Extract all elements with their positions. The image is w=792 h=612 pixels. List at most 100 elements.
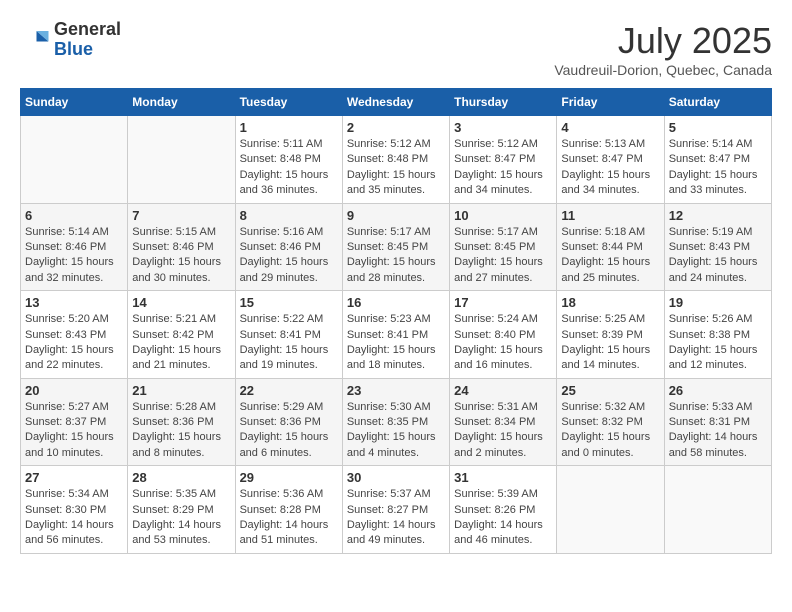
day-number: 17: [454, 295, 552, 310]
day-info: Sunrise: 5:17 AM Sunset: 8:45 PM Dayligh…: [454, 225, 552, 287]
day-info: Sunrise: 5:25 AM Sunset: 8:39 PM Dayligh…: [561, 312, 659, 374]
day-number: 23: [347, 383, 445, 398]
calendar-cell: 26 Sunrise: 5:33 AM Sunset: 8:31 PM Dayli…: [664, 378, 771, 466]
day-number: 28: [132, 470, 230, 485]
day-info: Sunrise: 5:17 AM Sunset: 8:45 PM Dayligh…: [347, 225, 445, 287]
week-row: 20 Sunrise: 5:27 AM Sunset: 8:37 PM Dayli…: [21, 378, 772, 466]
day-info: Sunrise: 5:29 AM Sunset: 8:36 PM Dayligh…: [240, 400, 338, 462]
calendar-cell: [557, 466, 664, 554]
day-info: Sunrise: 5:14 AM Sunset: 8:46 PM Dayligh…: [25, 225, 123, 287]
calendar-cell: 12 Sunrise: 5:19 AM Sunset: 8:43 PM Dayli…: [664, 203, 771, 291]
calendar-cell: 4Sunrise: 5:13 AM Sunset: 8:47 PM Daylig…: [557, 116, 664, 204]
day-number: 19: [669, 295, 767, 310]
day-number: 22: [240, 383, 338, 398]
calendar-cell: 7Sunrise: 5:15 AM Sunset: 8:46 PM Daylig…: [128, 203, 235, 291]
calendar-cell: 29 Sunrise: 5:36 AM Sunset: 8:28 PM Dayli…: [235, 466, 342, 554]
week-row: 13 Sunrise: 5:20 AM Sunset: 8:43 PM Dayli…: [21, 291, 772, 379]
day-number: 26: [669, 383, 767, 398]
calendar-cell: 17Sunrise: 5:24 AM Sunset: 8:40 PM Dayli…: [450, 291, 557, 379]
month-title: July 2025: [554, 20, 772, 62]
day-number: 21: [132, 383, 230, 398]
day-number: 31: [454, 470, 552, 485]
day-header-tuesday: Tuesday: [235, 89, 342, 116]
calendar-cell: 13 Sunrise: 5:20 AM Sunset: 8:43 PM Dayli…: [21, 291, 128, 379]
week-row: 1 Sunrise: 5:11 AM Sunset: 8:48 PM Daylig…: [21, 116, 772, 204]
calendar-cell: 24Sunrise: 5:31 AM Sunset: 8:34 PM Dayli…: [450, 378, 557, 466]
calendar-cell: 18 Sunrise: 5:25 AM Sunset: 8:39 PM Dayli…: [557, 291, 664, 379]
day-info: Sunrise: 5:37 AM Sunset: 8:27 PM Dayligh…: [347, 487, 445, 549]
day-number: 3: [454, 120, 552, 135]
day-number: 9: [347, 208, 445, 223]
day-info: Sunrise: 5:35 AM Sunset: 8:29 PM Dayligh…: [132, 487, 230, 549]
day-info: Sunrise: 5:28 AM Sunset: 8:36 PM Dayligh…: [132, 400, 230, 462]
day-number: 12: [669, 208, 767, 223]
logo-icon: [20, 25, 50, 55]
day-info: Sunrise: 5:13 AM Sunset: 8:47 PM Dayligh…: [561, 137, 659, 199]
day-number: 8: [240, 208, 338, 223]
day-header-wednesday: Wednesday: [342, 89, 449, 116]
day-info: Sunrise: 5:30 AM Sunset: 8:35 PM Dayligh…: [347, 400, 445, 462]
day-number: 20: [25, 383, 123, 398]
day-header-thursday: Thursday: [450, 89, 557, 116]
day-number: 5: [669, 120, 767, 135]
week-row: 6Sunrise: 5:14 AM Sunset: 8:46 PM Daylig…: [21, 203, 772, 291]
day-info: Sunrise: 5:11 AM Sunset: 8:48 PM Dayligh…: [240, 137, 338, 199]
logo: General Blue: [20, 20, 121, 60]
day-info: Sunrise: 5:21 AM Sunset: 8:42 PM Dayligh…: [132, 312, 230, 374]
day-info: Sunrise: 5:12 AM Sunset: 8:48 PM Dayligh…: [347, 137, 445, 199]
day-number: 7: [132, 208, 230, 223]
day-number: 30: [347, 470, 445, 485]
day-info: Sunrise: 5:20 AM Sunset: 8:43 PM Dayligh…: [25, 312, 123, 374]
day-header-sunday: Sunday: [21, 89, 128, 116]
day-info: Sunrise: 5:34 AM Sunset: 8:30 PM Dayligh…: [25, 487, 123, 549]
day-info: Sunrise: 5:22 AM Sunset: 8:41 PM Dayligh…: [240, 312, 338, 374]
calendar-cell: 22 Sunrise: 5:29 AM Sunset: 8:36 PM Dayli…: [235, 378, 342, 466]
day-info: Sunrise: 5:33 AM Sunset: 8:31 PM Dayligh…: [669, 400, 767, 462]
calendar-cell: 19Sunrise: 5:26 AM Sunset: 8:38 PM Dayli…: [664, 291, 771, 379]
day-header-friday: Friday: [557, 89, 664, 116]
day-number: 15: [240, 295, 338, 310]
calendar-cell: 15 Sunrise: 5:22 AM Sunset: 8:41 PM Dayli…: [235, 291, 342, 379]
day-info: Sunrise: 5:12 AM Sunset: 8:47 PM Dayligh…: [454, 137, 552, 199]
calendar-cell: 1 Sunrise: 5:11 AM Sunset: 8:48 PM Daylig…: [235, 116, 342, 204]
day-info: Sunrise: 5:39 AM Sunset: 8:26 PM Dayligh…: [454, 487, 552, 549]
calendar-cell: 14 Sunrise: 5:21 AM Sunset: 8:42 PM Dayli…: [128, 291, 235, 379]
day-info: Sunrise: 5:32 AM Sunset: 8:32 PM Dayligh…: [561, 400, 659, 462]
day-number: 14: [132, 295, 230, 310]
calendar-cell: [21, 116, 128, 204]
day-number: 27: [25, 470, 123, 485]
header-row: SundayMondayTuesdayWednesdayThursdayFrid…: [21, 89, 772, 116]
calendar-cell: 25Sunrise: 5:32 AM Sunset: 8:32 PM Dayli…: [557, 378, 664, 466]
day-number: 13: [25, 295, 123, 310]
calendar-table: SundayMondayTuesdayWednesdayThursdayFrid…: [20, 88, 772, 554]
logo-general: General: [54, 20, 121, 40]
day-number: 18: [561, 295, 659, 310]
day-number: 29: [240, 470, 338, 485]
day-info: Sunrise: 5:23 AM Sunset: 8:41 PM Dayligh…: [347, 312, 445, 374]
day-header-monday: Monday: [128, 89, 235, 116]
day-info: Sunrise: 5:16 AM Sunset: 8:46 PM Dayligh…: [240, 225, 338, 287]
day-number: 10: [454, 208, 552, 223]
calendar-cell: 3 Sunrise: 5:12 AM Sunset: 8:47 PM Daylig…: [450, 116, 557, 204]
calendar-cell: 31 Sunrise: 5:39 AM Sunset: 8:26 PM Dayli…: [450, 466, 557, 554]
calendar-cell: 21 Sunrise: 5:28 AM Sunset: 8:36 PM Dayli…: [128, 378, 235, 466]
calendar-cell: 5 Sunrise: 5:14 AM Sunset: 8:47 PM Daylig…: [664, 116, 771, 204]
calendar-cell: [128, 116, 235, 204]
calendar-cell: [664, 466, 771, 554]
day-number: 11: [561, 208, 659, 223]
day-info: Sunrise: 5:14 AM Sunset: 8:47 PM Dayligh…: [669, 137, 767, 199]
calendar-cell: 10 Sunrise: 5:17 AM Sunset: 8:45 PM Dayli…: [450, 203, 557, 291]
calendar-cell: 11Sunrise: 5:18 AM Sunset: 8:44 PM Dayli…: [557, 203, 664, 291]
day-info: Sunrise: 5:36 AM Sunset: 8:28 PM Dayligh…: [240, 487, 338, 549]
week-row: 27 Sunrise: 5:34 AM Sunset: 8:30 PM Dayli…: [21, 466, 772, 554]
day-info: Sunrise: 5:19 AM Sunset: 8:43 PM Dayligh…: [669, 225, 767, 287]
day-header-saturday: Saturday: [664, 89, 771, 116]
calendar-cell: 20 Sunrise: 5:27 AM Sunset: 8:37 PM Dayli…: [21, 378, 128, 466]
calendar-cell: 6Sunrise: 5:14 AM Sunset: 8:46 PM Daylig…: [21, 203, 128, 291]
day-number: 16: [347, 295, 445, 310]
day-number: 1: [240, 120, 338, 135]
calendar-cell: 9 Sunrise: 5:17 AM Sunset: 8:45 PM Daylig…: [342, 203, 449, 291]
page-header: General Blue July 2025 Vaudreuil-Dorion,…: [20, 20, 772, 78]
logo-blue: Blue: [54, 40, 121, 60]
day-info: Sunrise: 5:27 AM Sunset: 8:37 PM Dayligh…: [25, 400, 123, 462]
